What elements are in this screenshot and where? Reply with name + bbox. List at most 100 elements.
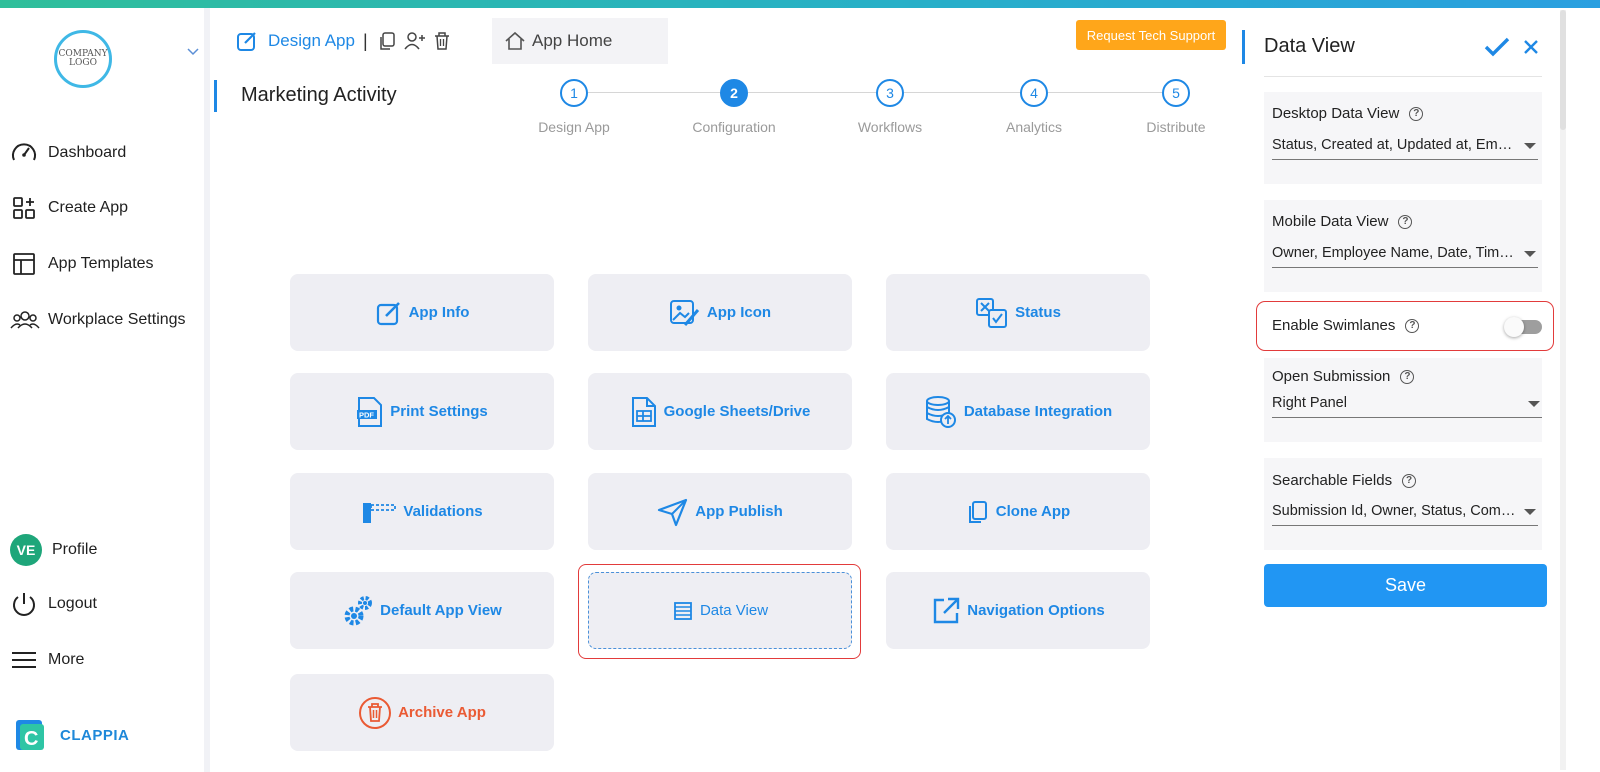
card-label: App Icon [706,304,772,321]
caret-down-icon [1524,251,1536,257]
sidebar-item-workplace-settings[interactable]: Workplace Settings [10,307,186,333]
sidebar-item-label: Dashboard [48,144,127,161]
logo-text: COMPANY LOGO [58,49,108,68]
send-icon [657,497,689,527]
validation-icon [361,499,397,525]
sidebar-item-logout[interactable]: Logout [10,591,97,617]
tab-label: App Home [532,31,613,50]
open-submission-select[interactable]: Right Panel [1272,390,1542,418]
stepper-line [748,92,876,93]
power-icon [10,591,40,617]
help-icon[interactable]: ? [1409,106,1424,121]
card-archive-app[interactable]: Archive App [290,674,554,751]
caret-down-icon [1524,509,1536,515]
tab-bar: Design App | App Home [218,18,668,64]
swimlanes-label: Enable Swimlanes? [1272,317,1420,334]
sidebar-item-profile[interactable]: VE Profile [10,534,97,566]
panel-scrollbar[interactable] [1560,10,1566,770]
title-accent-bar [214,80,217,112]
data-view-highlight [578,564,861,659]
field-label-text: Mobile Data View [1272,213,1389,230]
mobile-data-view-select[interactable]: Owner, Employee Name, Date, Time, Status [1272,240,1538,268]
card-label: Database Integration [963,403,1113,420]
users-icon [10,307,40,333]
card-google-sheets-drive[interactable]: Google Sheets/Drive [588,373,852,450]
caret-down-icon [1528,401,1540,407]
help-icon[interactable]: ? [1398,214,1413,229]
card-status[interactable]: Status [886,274,1150,351]
trash-icon[interactable] [432,31,452,51]
check-icon[interactable] [1484,36,1510,58]
panel-title: Data View [1264,35,1355,57]
speedometer-icon [10,140,40,166]
scrollbar-thumb[interactable] [1560,10,1566,130]
caret-down-icon [1524,143,1536,149]
step-label: Distribute [1146,119,1206,135]
select-value: Right Panel [1272,395,1347,411]
step-5[interactable]: 5 [1162,79,1190,107]
sidebar-item-label: Profile [52,541,98,558]
card-database-integration[interactable]: Database Integration [886,373,1150,450]
copy-icon[interactable] [378,31,398,51]
step-4[interactable]: 4 [1020,79,1048,107]
brand-name: CLAPPIA [60,726,130,744]
step-2[interactable]: 2 [720,79,748,107]
save-button[interactable]: Save [1264,564,1547,607]
sidebar-item-dashboard[interactable]: Dashboard [10,140,126,166]
card-print-settings[interactable]: PDF Print Settings [290,373,554,450]
edit-icon [375,299,403,327]
tab-tools [378,31,452,51]
top-accent-bar [0,0,1600,8]
copy-icon [966,499,990,525]
field-label: Open Submission? [1272,368,1415,385]
sidebar-item-label: More [48,651,85,668]
field-label: Desktop Data View? [1272,105,1424,122]
help-icon[interactable]: ? [1400,369,1415,384]
image-edit-icon [669,298,701,328]
clappia-logo-icon: C [16,720,44,750]
card-validations[interactable]: Validations [290,473,554,550]
home-icon [505,31,525,50]
swimlanes-toggle[interactable] [1504,317,1542,337]
edit-icon [237,32,256,51]
sheet-icon [630,396,658,428]
card-app-icon[interactable]: App Icon [588,274,852,351]
step-1[interactable]: 1 [560,79,588,107]
searchable-fields-select[interactable]: Submission Id, Owner, Status, Comments [1272,498,1538,526]
close-icon[interactable] [1522,38,1540,56]
card-default-app-view[interactable]: Default App View [290,572,554,649]
field-label: Searchable Fields? [1272,472,1417,489]
card-label: Google Sheets/Drive [663,403,811,420]
tab-design-app[interactable]: Design App | [218,18,468,64]
select-value: Owner, Employee Name, Date, Time, Status [1272,245,1516,261]
sidebar-item-create-app[interactable]: Create App [10,195,128,221]
card-navigation-options[interactable]: Navigation Options [886,572,1150,649]
panel-accent-bar [1242,30,1245,64]
field-label-text: Open Submission [1272,368,1391,385]
field-label: Mobile Data View? [1272,213,1413,230]
menu-icon [10,647,40,673]
company-logo[interactable]: COMPANY LOGO [54,30,112,88]
sidebar-item-more[interactable]: More [10,647,84,673]
field-label-text: Searchable Fields [1272,472,1393,489]
chevron-down-icon[interactable] [186,44,200,58]
add-user-icon[interactable] [404,31,426,51]
sidebar-item-app-templates[interactable]: App Templates [10,251,154,277]
tab-app-home[interactable]: App Home [492,18,668,64]
request-tech-support-button[interactable]: Request Tech Support [1076,20,1226,50]
page-title: Marketing Activity [241,84,397,106]
help-icon[interactable]: ? [1405,318,1420,333]
card-label: Validations [403,503,483,520]
step-label: Workflows [857,119,923,135]
card-label: Status [1015,304,1061,321]
select-value: Submission Id, Owner, Status, Comments [1272,503,1516,519]
card-clone-app[interactable]: Clone App [886,473,1150,550]
card-label: App Info [408,304,470,321]
card-app-info[interactable]: App Info [290,274,554,351]
field-label-text: Desktop Data View [1272,105,1400,122]
help-icon[interactable]: ? [1402,473,1417,488]
sidebar-item-label: App Templates [48,255,154,272]
card-app-publish[interactable]: App Publish [588,473,852,550]
desktop-data-view-select[interactable]: Status, Created at, Updated at, Employee… [1272,132,1538,160]
step-3[interactable]: 3 [876,79,904,107]
